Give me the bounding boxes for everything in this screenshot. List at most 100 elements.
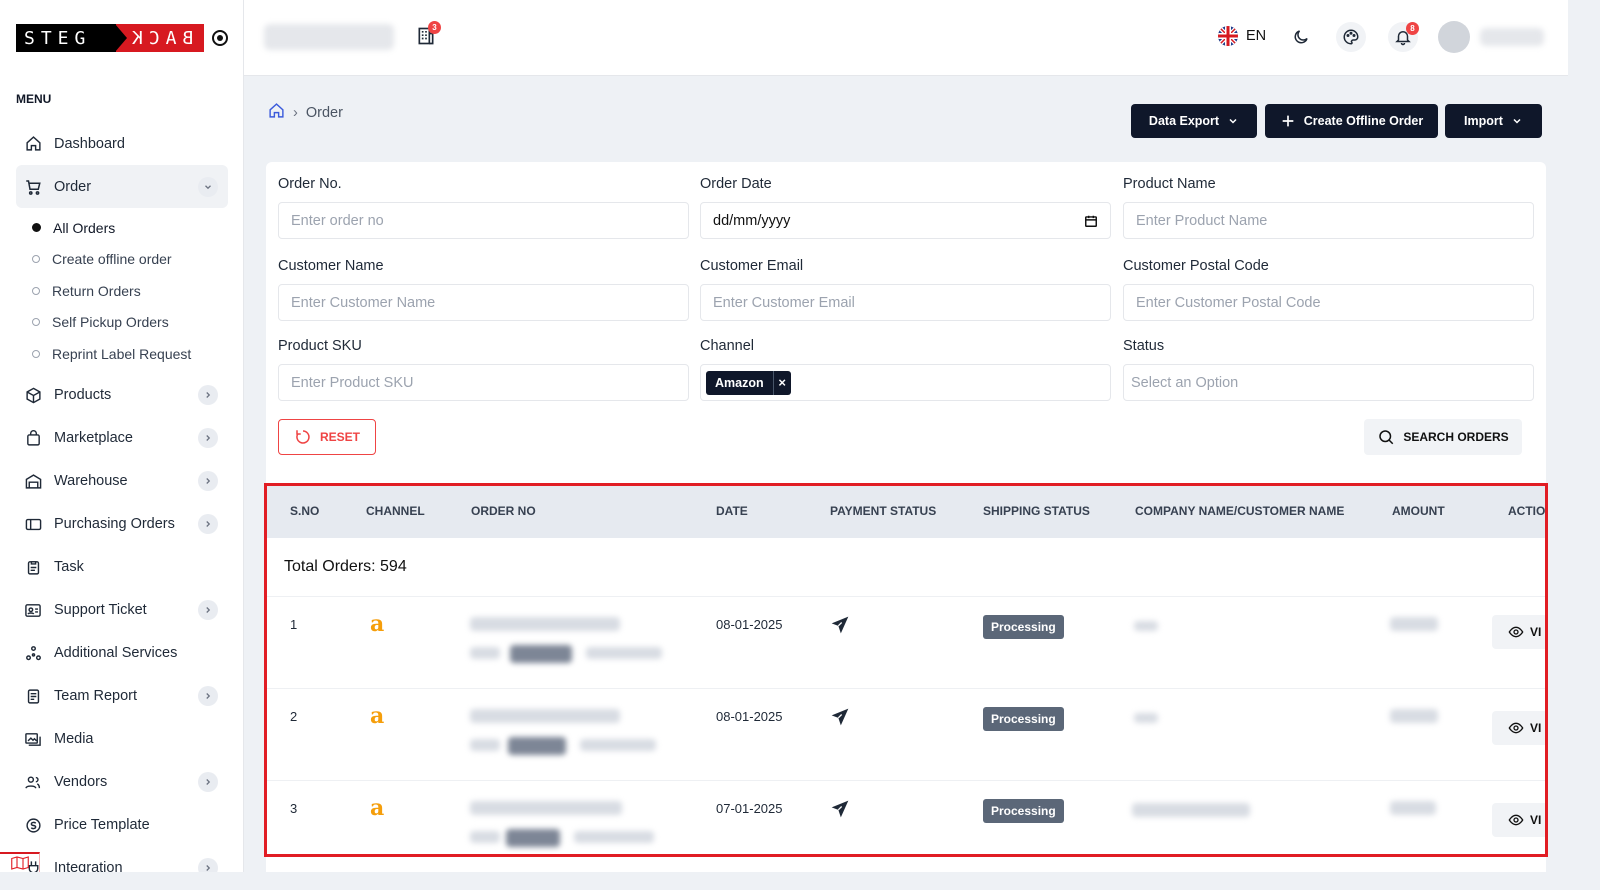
bell-icon[interactable]: 8 bbox=[1388, 22, 1419, 52]
chevron-right-icon[interactable] bbox=[198, 858, 218, 872]
chevron-right-icon[interactable] bbox=[198, 385, 218, 405]
table-row[interactable]: 1 a 08-01-2025 Processing VI bbox=[266, 596, 1546, 688]
sidebar-item-purchasing-orders[interactable]: Purchasing Orders bbox=[16, 503, 228, 546]
amount-value bbox=[1390, 709, 1438, 723]
order-no-label: Order No. bbox=[278, 176, 342, 192]
submenu-return-orders[interactable]: Return Orders bbox=[24, 275, 228, 307]
avatar[interactable] bbox=[1438, 21, 1470, 53]
sidebar-item-task[interactable]: Task bbox=[16, 546, 228, 589]
channel-label: Channel bbox=[700, 338, 755, 354]
sidebar-item-order[interactable]: Order bbox=[16, 165, 228, 208]
customer-postal-input[interactable]: Enter Customer Postal Code bbox=[1123, 284, 1534, 321]
chevron-right-icon[interactable] bbox=[198, 772, 218, 792]
submenu-label: Reprint Label Request bbox=[52, 345, 192, 362]
product-name-input[interactable]: Enter Product Name bbox=[1123, 202, 1534, 239]
submenu-create-offline-order[interactable]: Create offline order bbox=[24, 244, 228, 276]
order-date-input[interactable]: dd/mm/yyyy bbox=[700, 202, 1111, 239]
header-payment-status[interactable]: PAYMENT STATUS bbox=[830, 504, 936, 518]
product-sku-input[interactable]: Enter Product SKU bbox=[278, 364, 689, 401]
building-icon[interactable]: 3 bbox=[416, 21, 441, 46]
sidebar-item-additional-services[interactable]: Additional Services bbox=[16, 632, 228, 675]
chevron-right-icon[interactable] bbox=[198, 428, 218, 448]
order-number[interactable] bbox=[470, 617, 620, 631]
sidebar-item-label: Purchasing Orders bbox=[54, 516, 175, 532]
table-row[interactable]: 2 a 08-01-2025 Processing VI bbox=[266, 688, 1546, 780]
channel-select[interactable]: Amazon × bbox=[700, 364, 1111, 401]
sidebar-item-vendors[interactable]: Vendors bbox=[16, 761, 228, 804]
sidebar-item-warehouse[interactable]: Warehouse bbox=[16, 460, 228, 503]
submenu-self-pickup-orders[interactable]: Self Pickup Orders bbox=[24, 307, 228, 339]
chevron-right-icon[interactable] bbox=[198, 514, 218, 534]
chevron-right-icon[interactable] bbox=[198, 600, 218, 620]
sidebar-item-marketplace[interactable]: Marketplace bbox=[16, 417, 228, 460]
import-button[interactable]: Import bbox=[1445, 104, 1542, 138]
close-icon[interactable]: × bbox=[772, 370, 791, 395]
chevron-right-icon[interactable] bbox=[198, 686, 218, 706]
breadcrumb-current: Order bbox=[305, 104, 343, 121]
logo[interactable]: STEG BACK bbox=[16, 24, 228, 52]
chevron-down-icon[interactable] bbox=[198, 176, 218, 197]
create-offline-order-button[interactable]: Create Offline Order bbox=[1265, 104, 1438, 138]
home-icon[interactable] bbox=[268, 102, 285, 123]
sidebar-item-integration[interactable]: Integration bbox=[16, 847, 228, 872]
topbar: 3 EN 8 bbox=[244, 0, 1568, 76]
sidebar-item-label: Products bbox=[54, 387, 112, 403]
header-order-no[interactable]: ORDER NO bbox=[471, 504, 536, 518]
sidebar-item-products[interactable]: Products bbox=[16, 374, 228, 417]
header-company-customer[interactable]: COMPANY NAME/CUSTOMER NAME bbox=[1135, 504, 1344, 518]
order-number[interactable] bbox=[470, 709, 620, 723]
search-orders-button[interactable]: SEARCH ORDERS bbox=[1364, 419, 1522, 455]
header-sno[interactable]: S.NO bbox=[290, 504, 319, 518]
moon-icon[interactable] bbox=[1286, 22, 1316, 52]
sidebar-item-price-template[interactable]: Price Template bbox=[16, 804, 228, 847]
order-meta bbox=[574, 831, 654, 843]
palette-icon[interactable] bbox=[1336, 22, 1366, 52]
view-label: VI bbox=[1530, 721, 1542, 735]
sidebar-item-label: Media bbox=[54, 731, 94, 747]
language-label: EN bbox=[1246, 28, 1267, 44]
sidebar-item-dashboard[interactable]: Dashboard bbox=[16, 122, 228, 165]
header-amount[interactable]: AMOUNT bbox=[1392, 504, 1445, 518]
sidebar-item-media[interactable]: Media bbox=[16, 718, 228, 761]
sidebar-item-team-report[interactable]: Team Report bbox=[16, 675, 228, 718]
breadcrumb-separator-icon: › bbox=[293, 104, 298, 121]
breadcrumb: › Order bbox=[268, 102, 343, 123]
user-name[interactable] bbox=[1480, 28, 1544, 46]
order-meta bbox=[580, 739, 656, 751]
view-button[interactable]: VI bbox=[1492, 711, 1546, 745]
order-meta bbox=[470, 739, 500, 751]
network-icon bbox=[24, 644, 42, 662]
chevron-right-icon[interactable] bbox=[198, 471, 218, 491]
uk-flag-icon bbox=[1218, 26, 1238, 46]
sidebar-toggle-icon[interactable] bbox=[212, 30, 228, 46]
data-export-button[interactable]: Data Export bbox=[1131, 104, 1257, 138]
order-no-input[interactable]: Enter order no bbox=[278, 202, 689, 239]
eye-icon bbox=[1508, 626, 1524, 638]
table-row[interactable]: 3 a 07-01-2025 Processing VI bbox=[266, 780, 1546, 872]
customer-name-input[interactable]: Enter Customer Name bbox=[278, 284, 689, 321]
customer-postal-field: Customer Postal Code Enter Customer Post… bbox=[1123, 258, 1534, 321]
header-action[interactable]: ACTIO bbox=[1508, 504, 1545, 518]
bullet-icon bbox=[32, 223, 41, 233]
warehouse-icon bbox=[24, 472, 42, 490]
header-shipping-status[interactable]: SHIPPING STATUS bbox=[983, 504, 1090, 518]
submenu-label: All Orders bbox=[53, 219, 116, 236]
order-number[interactable] bbox=[470, 801, 622, 815]
status-select[interactable]: Select an Option bbox=[1123, 364, 1534, 401]
language-selector[interactable]: EN bbox=[1218, 26, 1266, 46]
reset-button[interactable]: RESET bbox=[278, 419, 376, 455]
view-button[interactable]: VI bbox=[1492, 803, 1546, 837]
submenu-reprint-label-request[interactable]: Reprint Label Request bbox=[24, 338, 228, 370]
row-sno: 2 bbox=[290, 709, 298, 724]
view-button[interactable]: VI bbox=[1492, 615, 1546, 649]
sidebar-item-support-ticket[interactable]: Support Ticket bbox=[16, 589, 228, 632]
map-icon[interactable] bbox=[0, 852, 40, 872]
sidebar-item-label: Order bbox=[54, 178, 92, 195]
header-channel[interactable]: CHANNEL bbox=[366, 504, 425, 518]
submenu-all-orders[interactable]: All Orders bbox=[24, 212, 228, 244]
header-date[interactable]: DATE bbox=[716, 504, 748, 518]
total-orders: Total Orders: 594 bbox=[284, 558, 407, 575]
order-date-field: Order Date dd/mm/yyyy bbox=[700, 176, 1111, 239]
customer-email-input[interactable]: Enter Customer Email bbox=[700, 284, 1111, 321]
company-selector[interactable] bbox=[264, 24, 394, 50]
